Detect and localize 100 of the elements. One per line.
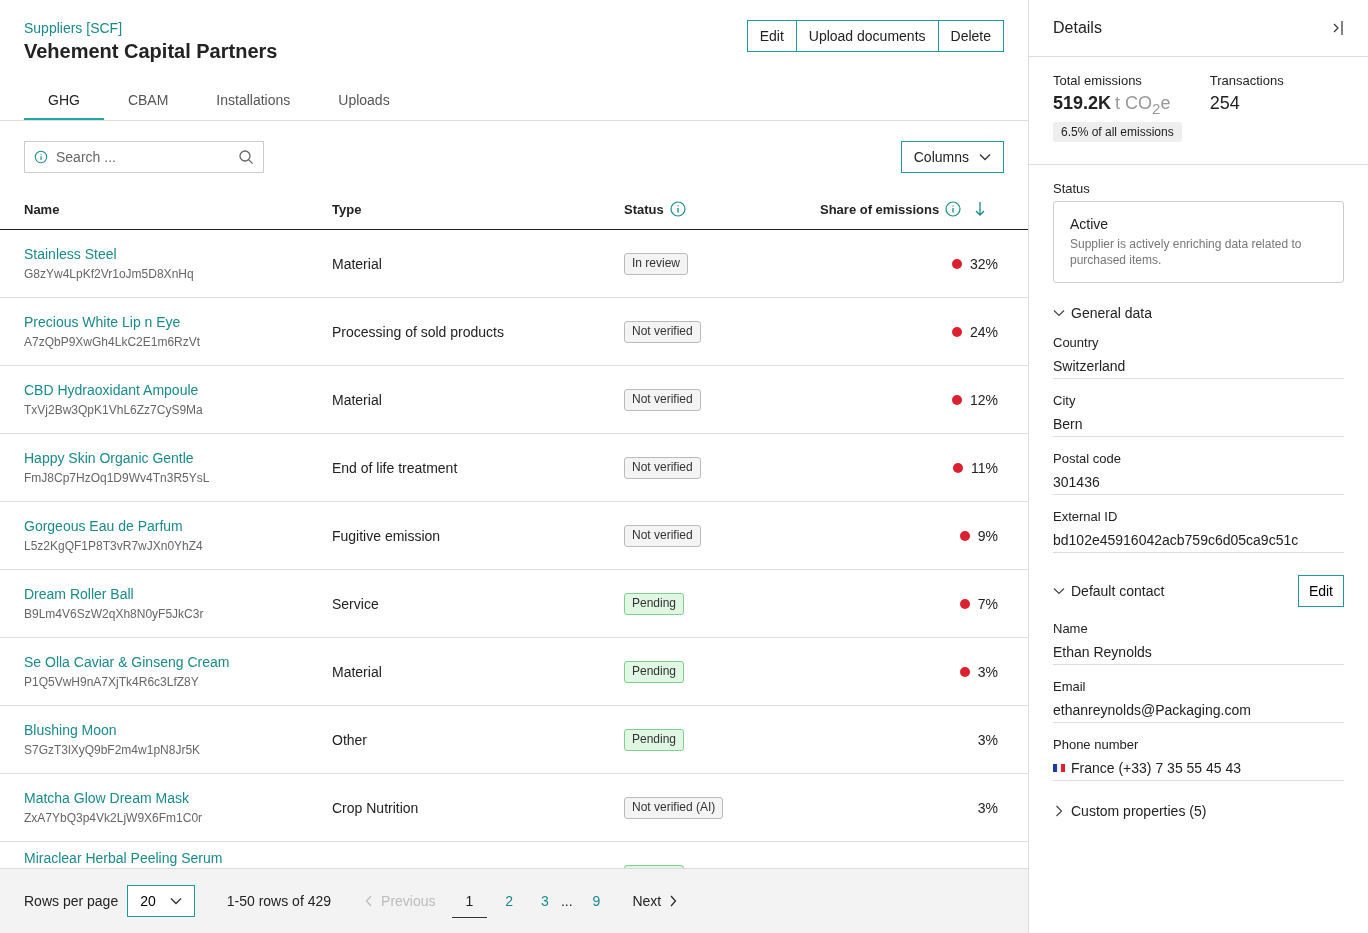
type-cell: Service xyxy=(332,595,379,612)
status-badge: Not verified xyxy=(624,320,701,343)
chevron-right-icon xyxy=(1053,804,1065,817)
supplier-link[interactable]: Stainless Steel xyxy=(24,246,117,262)
type-cell: Other xyxy=(332,731,367,748)
field-value: Ethan Reynolds xyxy=(1053,643,1152,660)
status-badge: Not verified xyxy=(624,524,701,547)
flag-dot xyxy=(951,394,962,405)
page-link[interactable]: 1 xyxy=(451,884,488,918)
supplier-link[interactable]: CBD Hydraoxidant Ampoule xyxy=(24,382,199,398)
field-label: Name xyxy=(1053,620,1089,636)
type-cell: End of life treatment xyxy=(332,459,458,476)
rows-per-page-label: Rows per page xyxy=(24,893,119,909)
status-badge: Pending xyxy=(624,728,685,751)
page-ellipsis: ... xyxy=(560,893,573,909)
field-label: Email xyxy=(1053,678,1087,694)
type-cell: Processing of sold products xyxy=(332,323,504,340)
tab[interactable]: Uploads xyxy=(314,82,414,120)
status-badge: Not verified xyxy=(624,388,701,411)
share-value: 32% xyxy=(969,255,998,272)
next-button[interactable]: Next xyxy=(632,893,678,909)
info-icon xyxy=(34,150,48,164)
flag-dot xyxy=(959,666,970,677)
supplier-link[interactable]: Miraclear Herbal Peeling Serum xyxy=(24,850,223,866)
tab[interactable]: CBAM xyxy=(103,82,193,120)
page-link[interactable]: 2 xyxy=(495,885,524,917)
status-badge: Not verified xyxy=(624,456,701,479)
flag-dot xyxy=(959,598,970,609)
column-header[interactable]: Type xyxy=(332,201,362,217)
stat-value: 254 xyxy=(1209,93,1240,114)
share-badge: 6.5% of all emissions xyxy=(1053,121,1182,142)
field-value: Bern xyxy=(1053,415,1083,432)
action-button[interactable]: Edit xyxy=(746,20,797,52)
action-button[interactable]: Delete xyxy=(937,20,1004,52)
tab[interactable]: GHG xyxy=(24,82,104,120)
page-link[interactable]: 9 xyxy=(582,885,611,917)
unit-label: t CO$_{2}$e xyxy=(1115,93,1171,117)
type-cell: Material xyxy=(332,255,382,272)
chevron-right-icon xyxy=(669,895,678,907)
status-badge: Pending xyxy=(624,592,685,615)
field-label: City xyxy=(1053,392,1077,408)
share-value: 9% xyxy=(977,527,998,544)
search-field[interactable]: Search ... xyxy=(24,141,264,173)
column-header[interactable]: Status xyxy=(624,201,664,217)
action-button[interactable]: Upload documents xyxy=(795,20,939,52)
supplier-code: ZxA7YbQ3p4Vk2LjW9X6Fm1C0r xyxy=(24,811,203,825)
share-value: 11% xyxy=(971,459,998,476)
field-value: bd102e45916042acb759c6d05ca9c51c xyxy=(1053,531,1299,548)
sort-arrow-icon[interactable] xyxy=(975,201,986,217)
type-cell: Crop Nutrition xyxy=(332,799,419,816)
share-value: 3% xyxy=(977,731,998,748)
row-range: 1-50 rows of 429 xyxy=(226,893,332,909)
stat-value: 519.2K xyxy=(1053,93,1112,114)
panel-title: Details xyxy=(1053,19,1102,37)
field-label: Postal code xyxy=(1053,450,1122,466)
supplier-code: B9Lm4V6SzW2qXh8N0yF5JkC3r xyxy=(24,607,204,621)
section-toggle[interactable]: General data xyxy=(1053,304,1152,321)
share-value: 7% xyxy=(977,595,998,612)
share-value: 12% xyxy=(969,391,998,408)
status-badge: Not verified (AI) xyxy=(624,796,724,819)
edit-button[interactable]: Edit xyxy=(1297,574,1344,607)
columns-dropdown[interactable]: Columns xyxy=(900,141,1004,173)
field-value: ethanreynolds@Packaging.com xyxy=(1053,701,1251,718)
status-badge: Pending xyxy=(624,660,685,683)
stat-label: Transactions xyxy=(1209,73,1284,88)
field-label: Status xyxy=(1053,180,1091,196)
type-cell: Material xyxy=(332,663,382,680)
supplier-code: G8zYw4LpKf2Vr1oJm5D8XnHq xyxy=(24,267,194,281)
share-value: 24% xyxy=(969,323,998,340)
chevron-left-icon xyxy=(365,895,374,907)
section-toggle[interactable]: Default contact xyxy=(1053,582,1165,599)
supplier-link[interactable]: Dream Roller Ball xyxy=(24,586,134,602)
tab[interactable]: Installations xyxy=(192,82,315,120)
type-cell: Fugitive emission xyxy=(332,527,441,544)
breadcrumb-link[interactable]: Suppliers [SCF] xyxy=(24,20,278,36)
field-value: Switzerland xyxy=(1053,357,1126,374)
search-icon xyxy=(238,149,254,165)
field-label: Country xyxy=(1053,334,1100,350)
flag-dot xyxy=(951,258,962,269)
supplier-code: L5z2KgQF1P8T3vR7wJXn0YhZ4 xyxy=(24,539,203,553)
supplier-link[interactable]: Precious White Lip n Eye xyxy=(24,314,181,330)
supplier-link[interactable]: Gorgeous Eau de Parfum xyxy=(24,518,183,534)
supplier-link[interactable]: Blushing Moon xyxy=(24,722,117,738)
page-link[interactable]: 3 xyxy=(531,885,559,917)
supplier-link[interactable]: Se Olla Caviar & Ginseng Cream xyxy=(24,654,230,670)
status-description: Supplier is actively enriching data related to purchased items. xyxy=(1070,235,1303,268)
supplier-link[interactable]: Happy Skin Organic Gentle xyxy=(24,450,194,466)
field-label: External ID xyxy=(1053,508,1119,524)
supplier-link[interactable]: Matcha Glow Dream Mask xyxy=(24,790,189,806)
share-value: 3% xyxy=(977,663,998,680)
field-label: Phone number xyxy=(1053,736,1140,752)
column-header[interactable]: Name xyxy=(24,201,60,217)
collapse-panel-icon[interactable] xyxy=(1332,20,1344,36)
field-value: France (+33) 7 35 55 45 43 xyxy=(1071,759,1242,776)
rows-per-page-dropdown[interactable]: 20 xyxy=(127,885,195,917)
section-toggle[interactable]: Custom properties (5) xyxy=(1053,802,1207,819)
column-header[interactable]: Share of emissions xyxy=(820,201,940,217)
chevron-down-icon xyxy=(979,153,991,161)
status-title: Active xyxy=(1070,215,1110,232)
supplier-code: FmJ8Cp7HzOq1D9Wv4Tn3R5YsL xyxy=(24,471,210,485)
